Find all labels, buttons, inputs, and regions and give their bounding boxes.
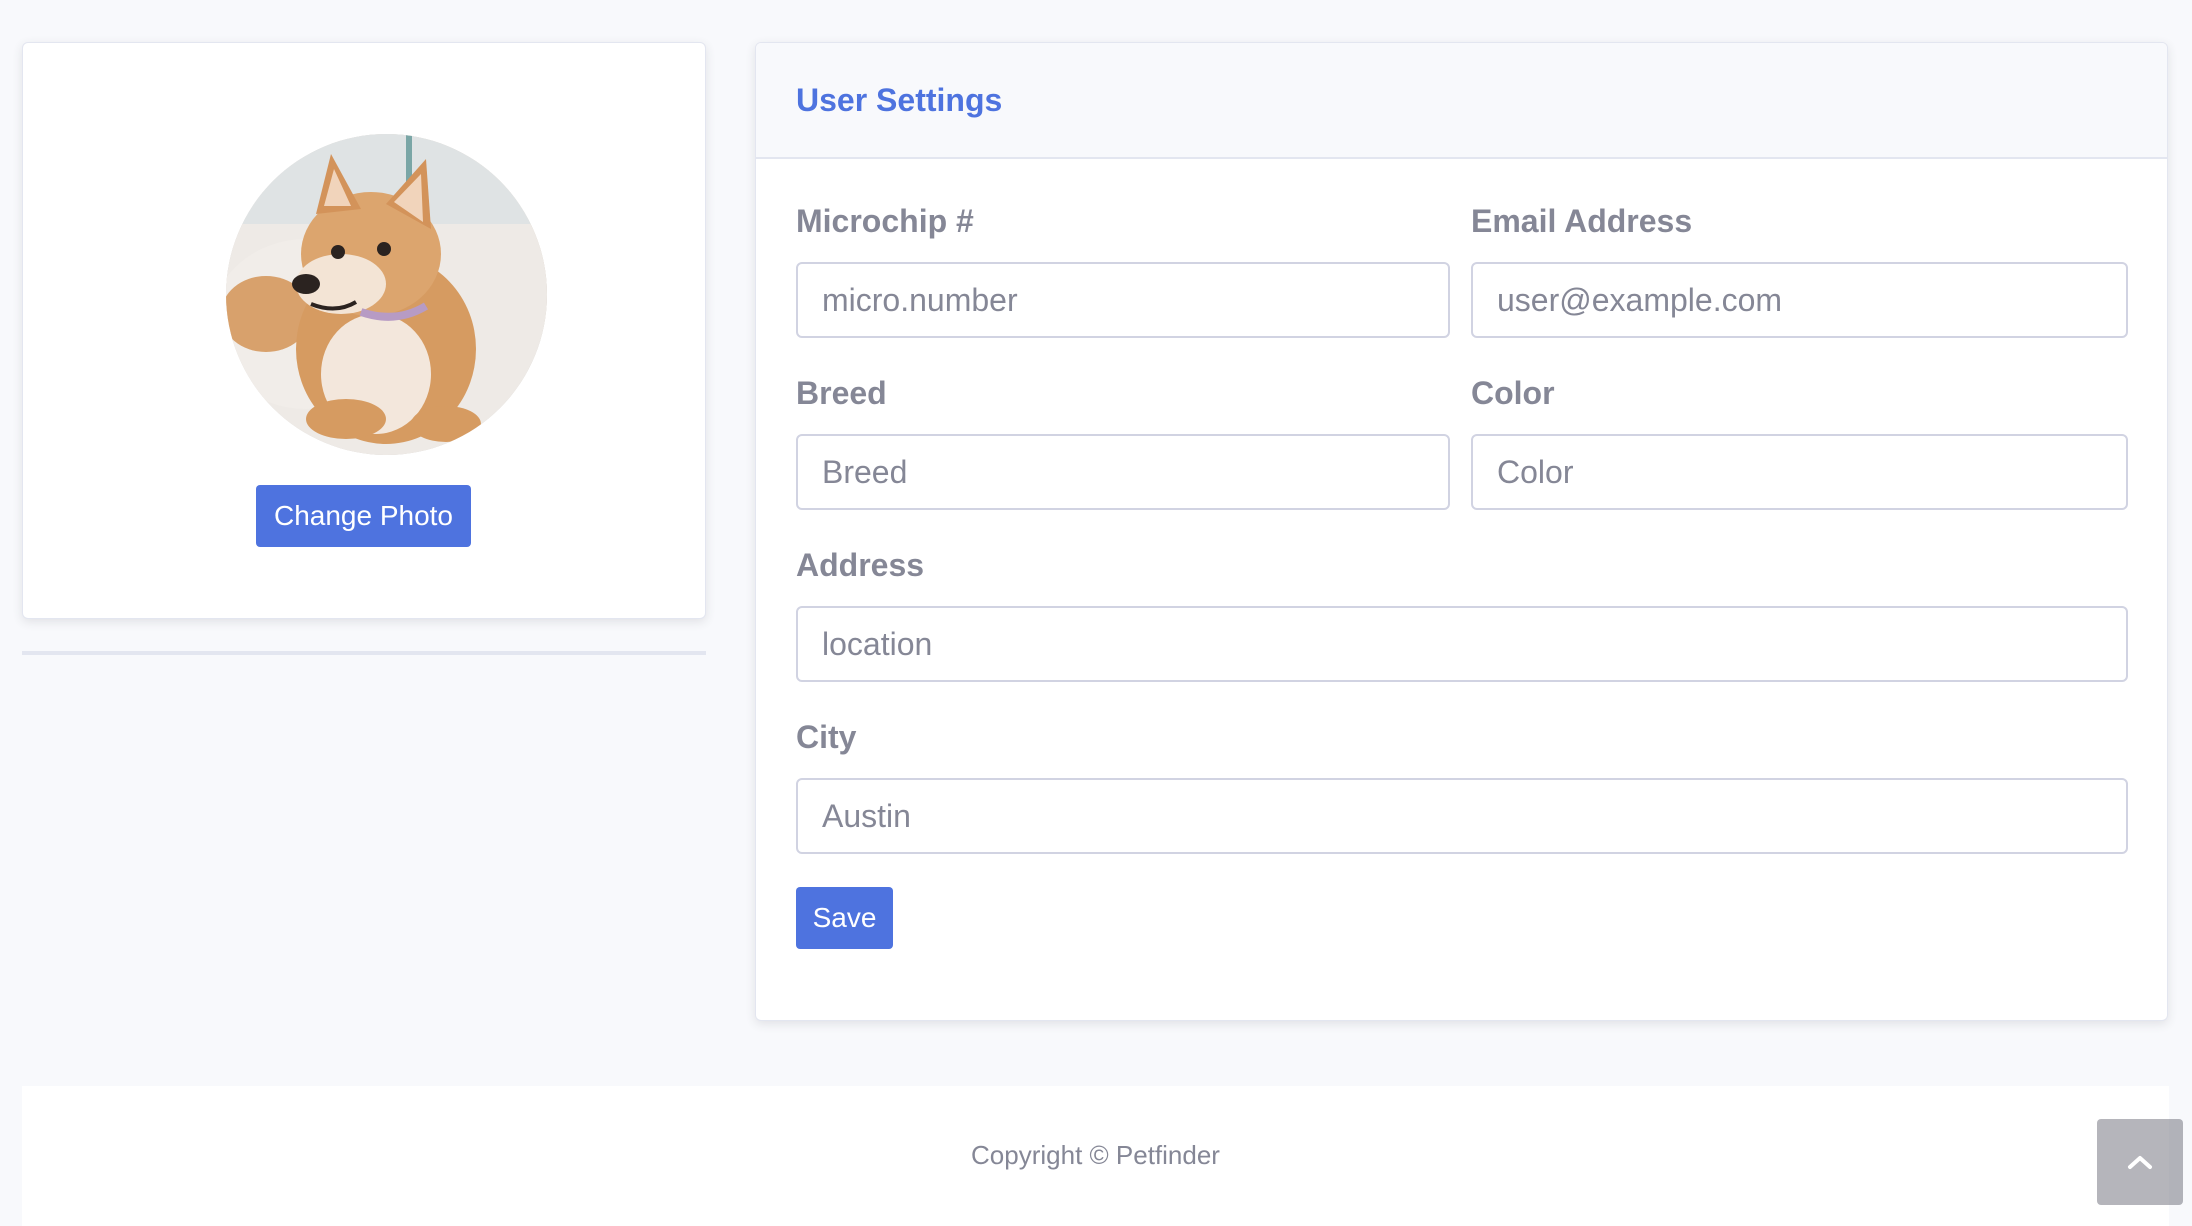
save-button[interactable]: Save (796, 887, 893, 949)
city-input[interactable] (796, 778, 2128, 854)
change-photo-button[interactable]: Change Photo (256, 485, 471, 547)
microchip-input[interactable] (796, 262, 1450, 338)
settings-card-header: User Settings (756, 43, 2167, 159)
address-input[interactable] (796, 606, 2128, 682)
footer: Copyright © Petfinder (22, 1086, 2169, 1226)
settings-title: User Settings (796, 81, 1003, 118)
dog-photo (226, 134, 547, 455)
email-input[interactable] (1471, 262, 2128, 338)
user-settings-card: User Settings Microchip # Email Address … (755, 42, 2168, 1021)
avatar (226, 134, 547, 455)
breed-label: Breed (796, 375, 887, 411)
profile-card: Change Photo (22, 42, 706, 619)
email-label: Email Address (1471, 203, 1693, 239)
copyright-text: Copyright © Petfinder (971, 1139, 1220, 1170)
scroll-to-top-button[interactable] (2097, 1119, 2183, 1205)
city-label: City (796, 719, 857, 755)
microchip-label: Microchip # (796, 203, 974, 239)
chevron-up-icon (2128, 1156, 2152, 1169)
color-input[interactable] (1471, 434, 2128, 510)
color-label: Color (1471, 375, 1555, 411)
page: Change Photo User Settings Microchip # E… (0, 0, 2192, 1226)
address-label: Address (796, 547, 925, 583)
breed-input[interactable] (796, 434, 1450, 510)
left-divider (22, 651, 706, 655)
